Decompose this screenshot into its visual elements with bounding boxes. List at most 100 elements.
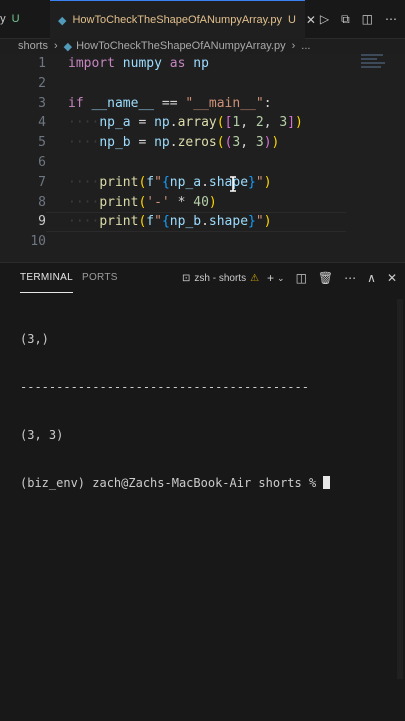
terminal-icon: ⊡	[182, 272, 191, 284]
close-panel-icon[interactable]: ✕	[387, 271, 397, 285]
code-text: import numpy as np	[68, 54, 209, 74]
tab-label: py	[0, 13, 6, 25]
code-token: ····	[68, 135, 100, 151]
code-token: ==	[154, 95, 186, 111]
tab-ports[interactable]: PORTS	[82, 263, 118, 293]
modified-badge: U	[287, 14, 296, 26]
code-line[interactable]: 6	[0, 153, 405, 173]
minimap[interactable]	[361, 54, 387, 76]
code-token: ····	[68, 214, 100, 230]
panel-tabs: TERMINAL PORTS ⊡ zsh - shorts ⚠ + ⌄ ◫ 🗑 …	[0, 263, 405, 293]
terminal-line: (3,)	[20, 332, 49, 346]
close-tab-icon[interactable]: ✕	[306, 13, 316, 27]
code-token: )	[263, 135, 272, 151]
breadcrumb-file[interactable]: HowToCheckTheShapeOfANumpyArray.py	[76, 40, 286, 52]
code-token: {	[161, 174, 170, 190]
code-token: zeros	[177, 135, 217, 151]
tab-active-file[interactable]: ◆ HowToCheckTheShapeOfANumpyArray.py U ✕	[50, 0, 316, 39]
code-token: __name__	[91, 95, 155, 111]
code-token: .	[201, 174, 209, 190]
code-token: print	[99, 194, 139, 210]
code-text: ····np_b = np.zeros((3, 3))	[68, 133, 279, 153]
code-text: ····print(f"{np_b.shape}")	[68, 212, 272, 232]
code-line[interactable]: 10	[0, 232, 405, 252]
text-cursor-icon	[230, 176, 236, 192]
code-editor[interactable]: 1 import numpy as np 2 3 if __name__ == "__m…	[0, 54, 405, 262]
chevron-right-icon: ›	[53, 40, 58, 52]
panel-actions: + ⌄ ◫ 🗑 ⋯ ∧ ✕	[267, 263, 397, 293]
code-token: ····	[68, 194, 100, 210]
code-token: (	[216, 135, 225, 151]
code-token: :	[263, 95, 272, 111]
code-text: ····np_a = np.array([1, 2, 3])	[68, 113, 303, 133]
code-line[interactable]: 7 ····print(f"{np_a.shape}")	[0, 173, 405, 193]
code-token: np_b	[99, 135, 131, 151]
trash-icon[interactable]: 🗑	[318, 271, 333, 285]
code-line[interactable]: 8 ····print('-' * 40)	[0, 193, 405, 213]
code-token: np	[154, 135, 170, 151]
code-token: *	[169, 194, 194, 210]
code-token: .	[169, 115, 178, 131]
breadcrumb-folder[interactable]: shorts	[18, 40, 48, 52]
code-token: .	[201, 214, 209, 230]
more-actions-icon[interactable]: ⋯	[385, 12, 397, 26]
untracked-badge: U	[11, 13, 20, 25]
chevron-right-icon: ›	[291, 40, 296, 52]
code-token: 40	[193, 194, 209, 210]
terminal-output[interactable]: (3,) -----------------------------------…	[20, 299, 400, 523]
code-token: print	[99, 174, 139, 190]
line-number: 9	[38, 214, 46, 230]
code-text: ····print(f"{np_a.shape}")	[68, 173, 272, 193]
new-terminal-icon[interactable]: +	[267, 271, 274, 285]
code-token: ,	[240, 135, 256, 151]
tab-terminal[interactable]: TERMINAL	[20, 263, 73, 293]
code-line[interactable]: 4 ····np_a = np.array([1, 2, 3])	[0, 113, 405, 133]
editor-tab-bar: py U ◆ HowToCheckTheShapeOfANumpyArray.p…	[0, 0, 405, 39]
code-token: "__main__"	[185, 95, 264, 111]
code-line[interactable]: 3 if __name__ == "__main__":	[0, 94, 405, 114]
terminal-scrollbar[interactable]	[397, 299, 403, 679]
line-number: 6	[38, 155, 46, 170]
chevron-down-icon[interactable]: ⌄	[277, 273, 285, 284]
tab-previous-file[interactable]: py U	[0, 0, 50, 38]
terminal-caret	[323, 476, 331, 489]
line-number: 4	[38, 115, 46, 131]
run-icon[interactable]: ▷	[320, 12, 329, 26]
code-text: ····print('-' * 40)	[68, 193, 217, 213]
code-token: )	[263, 174, 272, 190]
warning-icon: ⚠	[250, 272, 260, 284]
code-line[interactable]: 5 ····np_b = np.zeros((3, 3))	[0, 133, 405, 153]
maximize-panel-icon[interactable]: ∧	[367, 271, 376, 285]
more-actions-icon[interactable]: ⋯	[344, 271, 356, 285]
code-token: }	[248, 174, 256, 190]
split-terminal-icon[interactable]: ◫	[296, 271, 307, 285]
compare-changes-icon[interactable]: ⧉	[341, 12, 350, 27]
terminal-name: zsh - shorts	[194, 272, 247, 284]
code-token: )	[295, 115, 303, 131]
line-number: 8	[38, 194, 46, 210]
terminal-prompt-line: (biz_env) zach@Zachs-MacBook-Air shorts …	[20, 475, 400, 491]
split-editor-icon[interactable]: ◫	[362, 12, 373, 26]
code-text: if __name__ == "__main__":	[68, 94, 272, 114]
python-file-icon: ◆	[63, 40, 73, 53]
code-token: )	[271, 135, 280, 151]
line-number: 2	[38, 75, 46, 91]
code-token: ]	[287, 115, 296, 131]
breadcrumb-more[interactable]: ...	[301, 40, 310, 52]
code-line[interactable]: 2	[0, 74, 405, 94]
code-line[interactable]: 9 ····print(f"{np_b.shape}")	[0, 212, 405, 233]
code-token: ····	[68, 115, 100, 131]
code-token: np_b	[169, 214, 202, 230]
line-number: 10	[30, 234, 46, 250]
python-file-icon: ◆	[58, 14, 67, 27]
code-token: f	[146, 174, 155, 190]
code-line[interactable]: 1 import numpy as np	[0, 54, 405, 74]
terminal-selector[interactable]: ⊡ zsh - shorts ⚠	[182, 263, 259, 293]
line-number: 7	[38, 174, 46, 190]
code-token: np_a	[169, 174, 202, 190]
editor-actions: ▷ ⧉ ◫ ⋯	[320, 0, 397, 38]
code-token: ,	[263, 115, 280, 131]
code-token: print	[99, 214, 139, 230]
line-number: 5	[38, 135, 46, 151]
